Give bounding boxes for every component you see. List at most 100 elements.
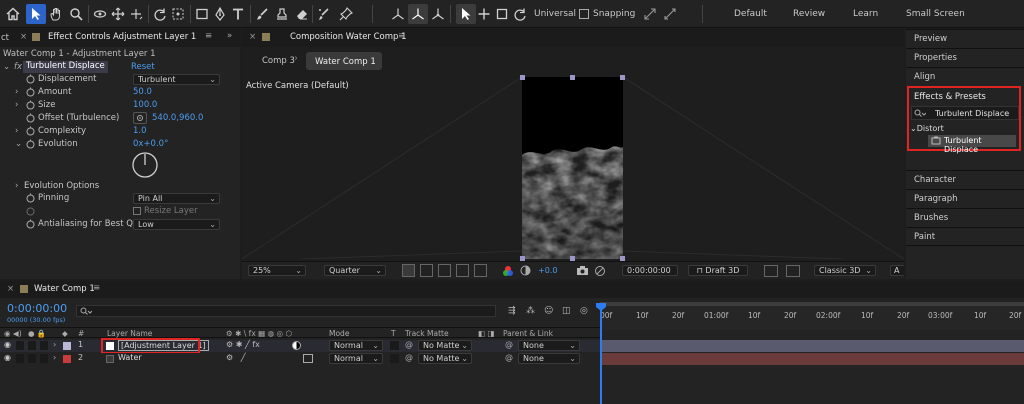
- stopwatch-icon[interactable]: [26, 74, 35, 84]
- expand-panels-icon[interactable]: »: [227, 31, 232, 41]
- effect-name[interactable]: Turbulent Displace: [23, 61, 108, 73]
- category-distort[interactable]: ⌄Distort: [910, 124, 944, 133]
- breadcrumb-comp-3[interactable]: Comp 3: [262, 56, 295, 66]
- stopwatch-icon[interactable]: [26, 100, 35, 110]
- audio-toggle[interactable]: [16, 354, 24, 363]
- selection-tool-icon[interactable]: [26, 4, 46, 24]
- snapshot-camera-icon[interactable]: [576, 265, 589, 276]
- blend-mode-dropdown[interactable]: Normal ⌄: [329, 340, 383, 351]
- layer-switches[interactable]: ⚙ ╱: [226, 353, 246, 362]
- evolution-value[interactable]: 0x+0.0°: [133, 139, 168, 149]
- stopwatch-icon[interactable]: [26, 113, 35, 123]
- stopwatch-icon[interactable]: [26, 126, 35, 136]
- expand-arrow-icon[interactable]: ›: [15, 181, 18, 191]
- panel-menu-icon[interactable]: ≡: [93, 283, 100, 293]
- lock-toggle[interactable]: [40, 341, 48, 350]
- antialiasing-dropdown[interactable]: Low ⌄: [133, 219, 220, 230]
- solo-toggle[interactable]: [28, 341, 36, 350]
- align-panel-header[interactable]: Align: [906, 67, 1024, 86]
- time-ruler[interactable]: [600, 302, 1024, 330]
- frame-blending-icon[interactable]: ◫: [562, 306, 571, 316]
- effects-search-input[interactable]: Turbulent Displace: [911, 106, 1019, 120]
- expand-icon[interactable]: [640, 4, 660, 24]
- collapse-arrow-icon[interactable]: ⌄: [15, 139, 22, 149]
- transform-handle[interactable]: [520, 75, 525, 80]
- composition-mini-flowchart-icon[interactable]: ⇶: [508, 306, 516, 316]
- effect-result-turbulent-displace[interactable]: Turbulent Displace: [928, 135, 1016, 154]
- exposure-value[interactable]: +0.0: [538, 266, 557, 275]
- expand-arrow-icon[interactable]: ›: [15, 87, 18, 97]
- expand-arrow-icon[interactable]: ›: [53, 340, 56, 349]
- composition-frame[interactable]: [522, 77, 623, 259]
- draft-3d-icon[interactable]: ⁂: [526, 306, 535, 316]
- size-value[interactable]: 100.0: [133, 100, 157, 110]
- effects-presets-title[interactable]: Effects & Presets: [914, 92, 986, 102]
- layer-row[interactable]: ◉ › 1 [Adjustment Layer 1] ⚙ ✱ ╱ fx Norm…: [0, 340, 600, 352]
- preview-panel-header[interactable]: Preview: [906, 29, 1024, 48]
- collapse-arrow-icon[interactable]: ⌄: [3, 62, 10, 72]
- ground-plane-icon[interactable]: [786, 265, 800, 277]
- rectangle-tool-icon[interactable]: [192, 4, 212, 24]
- offset-value[interactable]: 540.0,960.0: [152, 113, 203, 123]
- view-axis-mode-icon[interactable]: [428, 4, 448, 24]
- displacement-dropdown[interactable]: Turbulent ⌄: [133, 74, 220, 85]
- brush-tool-icon[interactable]: [252, 4, 272, 24]
- zoom-tool-icon[interactable]: [66, 4, 86, 24]
- anchor-tool-icon[interactable]: [168, 4, 188, 24]
- puppet-pin-icon[interactable]: [336, 4, 356, 24]
- amount-value[interactable]: 50.0: [133, 87, 152, 97]
- expand-arrow-icon[interactable]: ›: [53, 353, 56, 362]
- 3d-layer-switch-icon[interactable]: [303, 354, 313, 363]
- complexity-value[interactable]: 1.0: [133, 126, 147, 136]
- workspace-learn[interactable]: Learn: [853, 9, 878, 19]
- close-tab-icon[interactable]: ×: [249, 32, 256, 42]
- properties-panel-header[interactable]: Properties: [906, 48, 1024, 67]
- adjustment-switch-icon[interactable]: [292, 341, 301, 350]
- parent-dropdown[interactable]: None ⌄: [518, 353, 580, 364]
- camera-view-dropdown[interactable]: A: [890, 265, 904, 276]
- fast-previews-icon[interactable]: [402, 264, 415, 277]
- stopwatch-icon[interactable]: [26, 219, 35, 229]
- evolution-dial[interactable]: [131, 151, 159, 179]
- zoom-dropdown[interactable]: 25% ⌄: [248, 265, 306, 276]
- transparency-grid-icon[interactable]: [420, 264, 433, 277]
- project-tab-stub[interactable]: ct: [1, 33, 9, 43]
- effect-controls-tab[interactable]: Effect Controls Adjustment Layer 1: [48, 32, 196, 42]
- work-area-bar[interactable]: [600, 302, 1024, 306]
- paint-panel-header[interactable]: Paint: [906, 227, 1024, 246]
- resolution-dropdown[interactable]: Quarter ⌄: [324, 265, 386, 276]
- timecode-field[interactable]: 0:00:00:00: [622, 265, 678, 276]
- expand-arrow-icon[interactable]: ›: [15, 126, 18, 136]
- region-of-interest-icon[interactable]: [456, 264, 469, 277]
- eye-visibility-icon[interactable]: ◉: [4, 340, 11, 349]
- close-tab-icon[interactable]: ×: [7, 284, 14, 294]
- layer-row[interactable]: ◉ › 2 Water ⚙ ╱ Normal ⌄ @ No Matte ⌄ @ No…: [0, 353, 600, 365]
- shy-layers-icon[interactable]: ☺: [544, 306, 553, 316]
- layer-label-color[interactable]: [63, 342, 71, 350]
- brushes-panel-header[interactable]: Brushes: [906, 208, 1024, 227]
- layer-name[interactable]: Water: [118, 353, 142, 362]
- eye-visibility-icon[interactable]: ◉: [4, 353, 11, 362]
- layer-duration-bar[interactable]: [600, 353, 1024, 365]
- reset-link[interactable]: Reset: [131, 62, 155, 72]
- solo-toggle[interactable]: [28, 354, 36, 363]
- color-channels-icon[interactable]: [502, 265, 514, 277]
- eraser-icon[interactable]: [292, 4, 312, 24]
- resize-layer-checkbox[interactable]: [133, 207, 141, 215]
- grid-guides-icon[interactable]: [474, 264, 487, 277]
- renderer-3d-dropdown[interactable]: Classic 3D ⌄: [814, 265, 876, 276]
- transform-handle[interactable]: [570, 75, 575, 80]
- close-tab-icon[interactable]: ×: [20, 32, 27, 42]
- crosshair-icon[interactable]: [133, 112, 147, 124]
- character-panel-header[interactable]: Character: [906, 170, 1024, 189]
- panel-menu-icon[interactable]: ≡: [398, 31, 405, 41]
- timeline-tab[interactable]: Water Comp 1: [34, 284, 95, 294]
- move-mode-icon[interactable]: [474, 4, 494, 24]
- renderer-button[interactable]: ⊓ Draft 3D: [688, 265, 748, 276]
- snapping-checkbox[interactable]: [579, 9, 589, 19]
- layer-duration-bar[interactable]: [600, 340, 1024, 352]
- pen-tool-icon[interactable]: [210, 4, 230, 24]
- composition-tab[interactable]: Composition Water Comp 1: [290, 32, 407, 42]
- parent-pickwhip-icon[interactable]: @: [505, 353, 513, 362]
- timeline-timecode[interactable]: 0:00:00:00: [7, 302, 67, 315]
